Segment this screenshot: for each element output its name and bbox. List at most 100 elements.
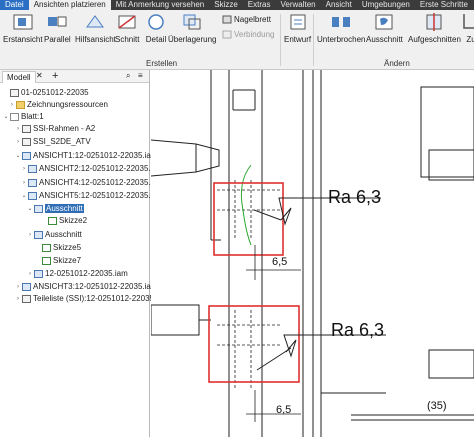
tab-erste-schritte[interactable]: Erste Schritte [415,0,473,10]
verbindung-label: Verbindung [234,30,275,39]
tree-item-blatt[interactable]: ⌄ Blatt:1 [2,111,44,122]
zuschneiden-button[interactable]: Zu [460,12,474,44]
hilfsansicht-button[interactable]: Hilfsansicht [75,12,116,44]
connector-icon [222,30,232,39]
tab-mit-anmerkung-versehen[interactable]: Mit Anmerkung versehen [111,0,210,10]
chevron-right-icon[interactable]: › [14,284,22,290]
tree-item-skizze2[interactable]: Skizze2 [40,215,87,226]
aufgeschnitten-button[interactable]: Aufgeschnitten [408,12,461,44]
erstansicht-button[interactable]: Erstansicht [3,12,43,44]
tree-label: Zeichnungsressourcen [27,100,108,109]
tree-item-ansicht5[interactable]: ⌄ ANSICHT5:12-0251012-22035.iam [20,190,164,201]
hilfsansicht-label: Hilfsansicht [75,35,116,44]
tab-ansichten-platzieren[interactable]: Ansichten platzieren [28,0,111,10]
chevron-down-icon[interactable]: ⌄ [26,205,34,212]
schnitt-label: Schnitt [115,35,140,44]
tree-label: ANSICHT4:12-0251012-22035.iam [39,178,164,187]
drawing-view-icon [28,191,37,200]
chevron-down-icon[interactable]: ⌄ [2,113,10,120]
sketch-icon [48,216,57,225]
detail-button[interactable]: Detail [145,12,167,44]
tree-item-skizze7[interactable]: Skizze7 [34,255,81,266]
tree-label: Skizze5 [53,243,82,252]
dimension-1[interactable]: 6,5 [272,256,287,268]
tree-item-ausschnitt[interactable]: › Ausschnitt [26,229,82,240]
tree-item-teileliste[interactable]: › Teileliste (SSI):12-0251012-22035.iam [14,293,169,304]
tab-umgebungen[interactable]: Umgebungen [357,0,415,10]
tree-label: ANSICHT5:12-0251012-22035.iam [39,191,164,200]
search-icon[interactable]: ⌕ [126,71,130,81]
tree-item-zeichnungsressourcen[interactable]: › Zeichnungsressourcen [8,99,108,110]
tree-item-ansicht4[interactable]: › ANSICHT4:12-0251012-22035.iam [20,177,164,188]
border-icon [22,124,31,133]
drawing-view-icon [22,282,31,291]
tree-label: ANSICHT2:12-0251012-22035.iam [39,164,164,173]
tree-item-ansicht3[interactable]: › ANSICHT3:12-0251012-22035.iam [14,281,158,292]
tab-datei[interactable]: Datei [0,0,29,10]
tree-item-ansicht1[interactable]: ⌄ ANSICHT1:12-0251012-22035.iam [14,150,157,161]
ueberlagerung-button[interactable]: Überlagerung [168,12,216,44]
chevron-right-icon[interactable]: › [26,232,34,238]
title-block-icon [22,137,31,146]
sketch-profile[interactable] [240,164,252,246]
drawing-view-icon [22,151,31,160]
entwurf-button[interactable]: Entwurf [284,12,311,44]
verbindung-button[interactable]: Verbindung [222,30,274,39]
tree-item-document[interactable]: 01-0251012-22035 [2,87,89,98]
ribbon-tab-bar: Datei Ansichten platzieren Mit Anmerkung… [0,0,474,10]
chevron-right-icon[interactable]: › [14,126,22,132]
tab-skizze[interactable]: Skizze [209,0,243,10]
detail-label: Detail [145,35,167,44]
nagelbrett-button[interactable]: Nagelbrett [222,15,271,24]
highlight-box-bottom [208,305,300,383]
sketch-icon [42,256,51,265]
sketch-icon [42,243,51,252]
chevron-right-icon[interactable]: › [14,296,22,302]
chevron-down-icon[interactable]: ⌄ [20,192,28,199]
add-icon[interactable]: + [52,70,58,82]
zu-label: Zu [466,35,474,44]
tree-item-rahmen[interactable]: › SSI-Rahmen - A2 [14,123,95,134]
tree-label: Blatt:1 [21,112,44,121]
ausschnitt-button[interactable]: Ausschnitt [366,12,403,44]
tree-item-schriftfeld[interactable]: › SSI_S2DE_ATV [14,136,91,147]
tree-item-skizze5[interactable]: Skizze5 [34,242,81,253]
chevron-right-icon[interactable]: › [8,102,16,108]
chevron-right-icon[interactable]: › [26,271,34,277]
roughness-annotation-2[interactable]: Ra 6,3 [331,320,384,341]
drawing-canvas[interactable]: Ra 6,3 Ra 6,3 6,5 6,5 (35) [151,70,474,437]
tab-ansicht[interactable]: Ansicht [321,0,357,10]
tree-item-ansicht2[interactable]: › ANSICHT2:12-0251012-22035.iam [20,163,164,174]
tree-item-assembly[interactable]: › 12-0251012-22035.iam [26,268,128,279]
group-label-erstellen: Erstellen [146,59,178,68]
auxiliary-view-icon [86,15,105,28]
menu-icon[interactable]: ≡ [138,71,143,80]
ausschnitt-label: Ausschnitt [366,35,403,44]
tab-verwalten[interactable]: Verwalten [275,0,320,10]
unterbrochen-label: Unterbrochen [317,35,366,44]
tab-extras[interactable]: Extras [243,0,276,10]
detail-view-icon [148,14,164,30]
dimension-3[interactable]: (35) [427,400,447,412]
schnitt-button[interactable]: Schnitt [115,12,139,44]
sheet-icon [10,112,19,121]
chevron-right-icon[interactable]: › [20,180,28,186]
break-out-icon [34,230,43,239]
tree-label: SSI_S2DE_ATV [33,137,91,146]
base-view-icon [13,14,33,30]
chevron-right-icon[interactable]: › [20,166,28,172]
slice-icon [426,13,442,31]
parallel-button[interactable]: Parallel [44,12,71,44]
nailboard-icon [222,15,232,24]
dimension-2[interactable]: 6,5 [276,404,291,416]
tree-label: 01-0251012-22035 [21,88,89,97]
roughness-annotation-1[interactable]: Ra 6,3 [328,187,381,208]
chevron-right-icon[interactable]: › [14,139,22,145]
tree-item-ausschnitt-selected[interactable]: ⌄ Ausschnitt [26,203,84,214]
parallel-label: Parallel [44,35,71,44]
tab-modell[interactable]: Modell [2,71,36,83]
close-icon[interactable]: ✕ [36,71,43,80]
unterbrochen-button[interactable]: Unterbrochen [317,12,365,44]
chevron-down-icon[interactable]: ⌄ [14,152,22,159]
erstansicht-label: Erstansicht [3,35,43,44]
